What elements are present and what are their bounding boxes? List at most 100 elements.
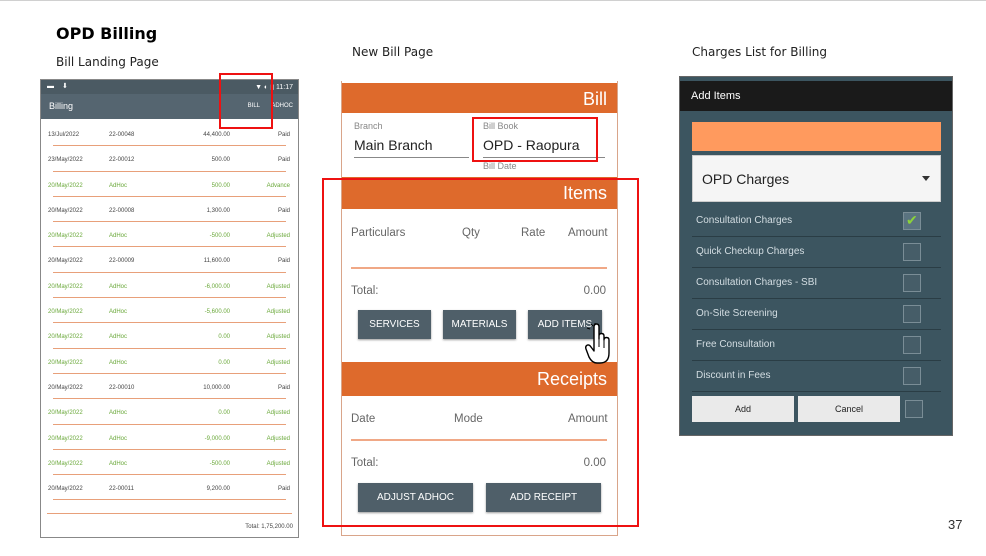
highlight-bill-button [219,73,273,129]
charge-item[interactable]: Consultation Charges - SBI [692,268,941,299]
bill-number: AdHoc [109,435,128,442]
bill-amount: 11,600.00 [203,258,230,265]
bill-row[interactable]: 20/May/2022 AdHoc -6,000.00 Adjusted [41,274,298,299]
bill-row[interactable]: 20/May/2022 22-00010 10,000.00 Paid [41,375,298,400]
row-divider [53,195,286,197]
bill-status: Paid [277,258,290,265]
status-icons-left: ▬ ⬇ [47,83,71,90]
charge-item[interactable]: On-Site Screening [692,299,941,330]
checkbox[interactable] [903,367,921,385]
charge-item[interactable]: Consultation Charges [692,206,941,237]
checkbox[interactable] [903,243,921,261]
bill-number: 22-00009 [109,258,135,265]
bill-list-footer: Total: 1,75,200.00 [41,505,298,537]
caption-new-bill: New Bill Page [352,45,434,59]
row-divider [53,448,286,450]
hand-cursor-icon [585,323,610,364]
bill-number: AdHoc [109,334,128,341]
bill-number: AdHoc [109,233,128,240]
bill-row[interactable]: 23/May/2022 22-00012 500.00 Paid [41,147,298,172]
charge-label: Consultation Charges - SBI [696,277,818,288]
row-divider [53,170,286,172]
search-input[interactable] [692,122,941,151]
bill-row[interactable]: 20/May/2022 AdHoc 0.00 Adjusted [41,400,298,425]
bill-number: AdHoc [109,182,128,189]
bill-amount: 500.00 [211,157,230,164]
row-divider [53,347,286,349]
row-divider [53,474,286,476]
bill-row[interactable]: 20/May/2022 AdHoc 0.00 Adjusted [41,324,298,349]
bill-list: 13/Jul/2022 22-00048 44,400.00 Paid 23/May/2… [41,122,298,501]
bill-number: AdHoc [109,309,128,316]
charge-label: Consultation Charges [696,215,793,226]
charge-item[interactable]: Quick Checkup Charges [692,237,941,268]
category-value: OPD Charges [702,171,790,187]
dialog-title: Add Items [691,90,741,102]
bill-status: Advance [266,182,290,189]
checkbox[interactable] [903,274,921,292]
charge-label: Free Consultation [696,339,775,350]
divider [47,513,292,514]
bill-number: AdHoc [109,359,128,366]
bill-amount: -500.00 [209,460,230,467]
bill-number: 22-00048 [109,132,135,138]
bill-date: 20/May/2022 [48,435,83,442]
bill-status: Adjusted [266,359,290,366]
bill-amount: 0.00 [218,359,230,366]
category-select[interactable]: OPD Charges [692,155,941,202]
bill-date: 20/May/2022 [48,410,83,417]
charge-label: On-Site Screening [696,308,778,319]
bill-amount: -6,000.00 [204,283,230,290]
cancel-button[interactable]: Cancel [798,396,900,422]
row-divider [53,145,286,147]
bill-amount: -5,600.00 [204,309,230,316]
bill-status: Paid [277,384,290,391]
bill-date: 20/May/2022 [48,486,83,493]
slide-title: OPD Billing [56,24,158,43]
charge-label: Quick Checkup Charges [696,246,805,257]
bill-date: 20/May/2022 [48,334,83,341]
bill-amount: 1,300.00 [206,207,230,214]
bill-amount: 10,000.00 [203,384,230,391]
bill-amount: -500.00 [209,233,230,240]
row-divider [53,372,286,374]
bill-row[interactable]: 20/May/2022 AdHoc -500.00 Adjusted [41,451,298,476]
page-number: 37 [948,517,963,532]
toolbar-title: Billing [49,101,74,111]
bill-row[interactable]: 20/May/2022 AdHoc -9,000.00 Adjusted [41,426,298,451]
bill-number: AdHoc [109,410,128,417]
bill-date: 20/May/2022 [48,283,83,290]
bill-row[interactable]: 20/May/2022 AdHoc -500.00 Adjusted [41,223,298,248]
bill-row[interactable]: 20/May/2022 AdHoc -5,600.00 Adjusted [41,299,298,324]
caption-charges: Charges List for Billing [692,45,828,59]
caption-landing: Bill Landing Page [56,55,159,69]
bill-number: AdHoc [109,283,128,290]
bill-status: Paid [277,207,290,214]
bill-status: Adjusted [266,334,290,341]
checked-checkbox-icon[interactable] [903,212,921,230]
charge-item[interactable]: Free Consultation [692,330,941,361]
bill-date: 20/May/2022 [48,309,83,316]
checkbox[interactable] [905,400,923,418]
charge-item[interactable]: Discount in Fees [692,361,941,392]
branch-field[interactable]: Main Branch [354,137,433,153]
bill-row[interactable]: 20/May/2022 22-00009 11,600.00 Paid [41,248,298,273]
bill-number: 22-00008 [109,207,135,214]
checkbox[interactable] [903,305,921,323]
charges-list: Consultation Charges Quick Checkup Charge… [692,206,941,392]
dialog-titlebar: Add Items [680,81,952,111]
branch-underline [354,157,469,158]
bill-row[interactable]: 20/May/2022 AdHoc 500.00 Advance [41,173,298,198]
row-divider [53,297,286,299]
bill-header: Bill [342,83,617,113]
add-button[interactable]: Add [692,396,794,422]
charge-label: Discount in Fees [696,370,771,381]
adhoc-button[interactable]: ADHOC [271,103,293,109]
checkbox[interactable] [903,336,921,354]
bill-row[interactable]: 20/May/2022 22-00011 9,200.00 Paid [41,476,298,501]
bill-row[interactable]: 20/May/2022 22-00008 1,300.00 Paid [41,198,298,223]
bill-status: Paid [277,486,290,493]
row-divider [53,246,286,248]
bill-number: 22-00012 [109,157,135,164]
bill-row[interactable]: 20/May/2022 AdHoc 0.00 Adjusted [41,350,298,375]
